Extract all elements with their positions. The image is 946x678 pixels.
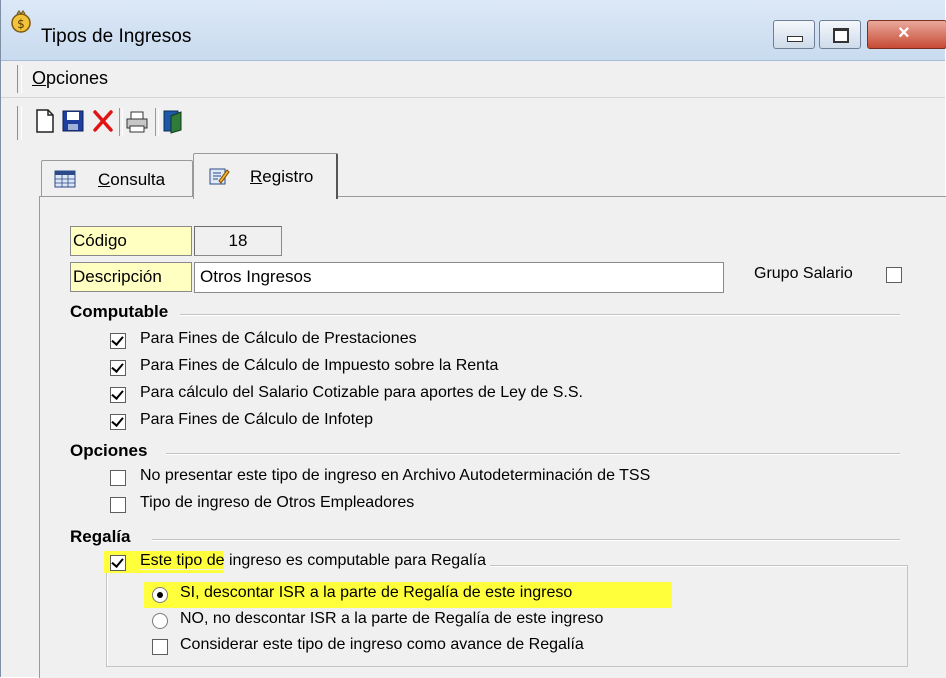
prestaciones-label: Para Fines de Cálculo de Prestaciones <box>140 330 417 347</box>
table-view-icon <box>54 170 76 188</box>
tab-registro-mnemonic: R <box>250 167 263 186</box>
grupo-salario-checkbox[interactable] <box>886 267 902 283</box>
avance-regalia-label: Considerar este tipo de ingreso como ava… <box>180 636 584 653</box>
toolbar-separator <box>155 108 159 136</box>
codigo-label: Código <box>70 226 192 256</box>
avance-regalia-checkbox[interactable] <box>152 639 168 655</box>
section-divider <box>180 314 900 316</box>
isr-no-label: NO, no descontar ISR a la parte de Regal… <box>180 610 604 627</box>
window: $ Tipos de Ingresos × Opciones Consulta … <box>0 0 946 678</box>
computable-title: Computable <box>70 302 169 321</box>
regalia-computable-checkbox[interactable] <box>110 555 126 571</box>
toolbar-grip <box>17 106 22 140</box>
grupo-salario-label: Grupo Salario <box>754 265 853 282</box>
tab-consulta-text: onsulta <box>110 170 166 189</box>
infotep-checkbox[interactable] <box>110 414 126 430</box>
section-divider <box>152 539 900 541</box>
otros-empleadores-checkbox[interactable] <box>110 497 126 513</box>
regalia-title: Regalía <box>70 527 131 546</box>
print-icon[interactable] <box>125 108 149 134</box>
isr-no-radio[interactable] <box>152 613 168 629</box>
toolbar-separator <box>119 108 123 136</box>
tab-registro[interactable]: Registro <box>193 153 338 199</box>
close-icon: × <box>898 22 910 44</box>
opciones-title: Opciones <box>70 441 148 460</box>
no-presentar-tss-checkbox[interactable] <box>110 470 126 486</box>
section-divider <box>166 453 900 455</box>
registro-panel: Código 18 Descripción Otros Ingresos Gru… <box>39 196 946 678</box>
toolbar <box>1 98 945 148</box>
infotep-label: Para Fines de Cálculo de Infotep <box>140 411 374 428</box>
regalia-computable-text: Este tipo de ingreso es computable para … <box>140 552 486 569</box>
impuesto-renta-label: Para Fines de Cálculo de Impuesto sobre … <box>140 357 499 374</box>
tab-consulta-label: Consulta <box>98 170 165 190</box>
edit-form-icon <box>209 168 230 185</box>
isr-si-radio[interactable] <box>152 587 168 603</box>
tab-registro-label: Registro <box>250 167 313 187</box>
delete-icon[interactable] <box>91 108 115 134</box>
exit-icon[interactable] <box>161 108 185 134</box>
tab-strip: Consulta Registro <box>1 148 945 199</box>
window-title: Tipos de Ingresos <box>41 26 192 47</box>
menu-bar: Opciones <box>1 61 945 98</box>
salario-cotizable-checkbox[interactable] <box>110 387 126 403</box>
descripcion-label: Descripción <box>70 262 192 292</box>
minimize-button[interactable] <box>773 20 815 49</box>
regalia-computable-label: Este tipo de ingreso es computable para … <box>140 552 490 570</box>
tab-consulta[interactable]: Consulta <box>41 160 193 197</box>
tab-registro-text: egistro <box>262 167 314 186</box>
descripcion-field[interactable]: Otros Ingresos <box>194 262 724 293</box>
impuesto-renta-checkbox[interactable] <box>110 360 126 376</box>
menu-opciones-mnemonic: O <box>32 68 47 88</box>
salario-cotizable-label: Para cálculo del Salario Cotizable para … <box>140 384 583 401</box>
app-coin-icon: $ <box>11 10 31 33</box>
isr-si-label: SI, descontar ISR a la parte de Regalía … <box>180 584 573 601</box>
tab-consulta-mnemonic: C <box>98 170 111 189</box>
new-document-icon[interactable] <box>33 108 57 134</box>
codigo-field[interactable]: 18 <box>194 226 282 256</box>
close-button[interactable]: × <box>867 20 946 49</box>
title-bar[interactable]: $ Tipos de Ingresos × <box>1 0 946 61</box>
no-presentar-tss-label: No presentar este tipo de ingreso en Arc… <box>140 467 651 484</box>
maximize-button[interactable] <box>819 20 861 49</box>
menu-opciones-label: pciones <box>46 68 109 88</box>
menu-grip <box>17 65 22 93</box>
prestaciones-checkbox[interactable] <box>110 333 126 349</box>
svg-text:$: $ <box>17 17 25 31</box>
menu-opciones[interactable]: Opciones <box>32 68 108 89</box>
otros-empleadores-label: Tipo de ingreso de Otros Empleadores <box>140 494 415 511</box>
save-icon[interactable] <box>61 108 85 134</box>
